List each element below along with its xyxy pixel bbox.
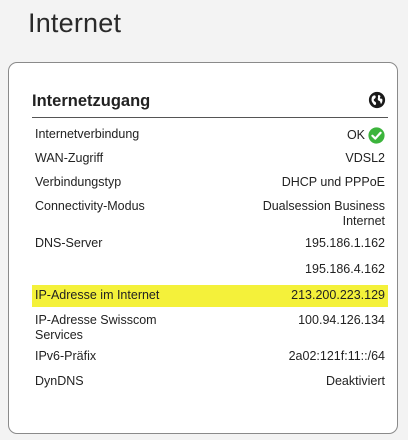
row-value-wrap: Dualsession Business Internet bbox=[215, 199, 385, 229]
status-ok-text: OK bbox=[346, 128, 365, 142]
row-label: IPv6-Präfix bbox=[35, 349, 97, 363]
row-verbindungstyp: Verbindungstyp DHCP und PPPoE bbox=[32, 175, 388, 193]
row-label-line2: Services bbox=[35, 328, 83, 342]
row-label: DynDNS bbox=[35, 374, 84, 388]
row-connectivity-modus: Connectivity-Modus Dualsession Business … bbox=[32, 199, 388, 231]
row-value: DHCP und PPPoE bbox=[281, 175, 385, 189]
row-value: Deaktiviert bbox=[325, 374, 385, 388]
row-value-wrap: OK bbox=[215, 127, 385, 144]
row-label: DNS-Server bbox=[35, 236, 103, 250]
row-dns-server: DNS-Server 195.186.1.162 bbox=[32, 236, 388, 254]
row-wan-zugriff: WAN-Zugriff VDSL2 bbox=[32, 151, 388, 169]
row-label-wrap: IP-Adresse Swisscom Services bbox=[35, 313, 195, 343]
row-value: 195.186.1.162 bbox=[305, 236, 385, 250]
row-ipv6-praefix: IPv6-Präfix 2a02:121f:11::/64 bbox=[32, 349, 388, 367]
row-dns-server-secondary: 195.186.4.162 bbox=[32, 262, 388, 280]
internet-access-card: Internetzugang Internetverbindung OK WAN… bbox=[8, 62, 398, 434]
row-label: Internetverbindung bbox=[35, 127, 140, 141]
row-value: VDSL2 bbox=[345, 151, 385, 165]
row-label: Connectivity-Modus bbox=[35, 199, 145, 213]
globe-icon[interactable] bbox=[368, 91, 386, 109]
row-ip-adresse-swisscom: IP-Adresse Swisscom Services 100.94.126.… bbox=[32, 313, 388, 345]
row-label: WAN-Zugriff bbox=[35, 151, 104, 165]
row-label: Verbindungstyp bbox=[35, 175, 122, 189]
row-label-line1: IP-Adresse Swisscom bbox=[35, 313, 157, 327]
row-value-line2: Internet bbox=[342, 214, 385, 228]
row-internetverbindung: Internetverbindung OK bbox=[32, 127, 388, 145]
row-ip-adresse-internet: IP-Adresse im Internet 213.200.223.129 bbox=[32, 285, 388, 307]
page-title: Internet bbox=[28, 8, 122, 38]
row-value: 2a02:121f:11::/64 bbox=[288, 349, 385, 363]
check-circle-icon bbox=[368, 127, 385, 144]
row-label: IP-Adresse im Internet bbox=[35, 288, 160, 302]
card-header: Internetzugang bbox=[32, 89, 388, 118]
row-value: 195.186.4.162 bbox=[305, 262, 385, 276]
row-dyndns: DynDNS Deaktiviert bbox=[32, 374, 388, 392]
row-value: 213.200.223.129 bbox=[291, 288, 385, 302]
row-value: 100.94.126.134 bbox=[298, 313, 385, 327]
row-value-line1: Dualsession Business bbox=[262, 199, 385, 213]
card-title: Internetzugang bbox=[32, 92, 151, 110]
